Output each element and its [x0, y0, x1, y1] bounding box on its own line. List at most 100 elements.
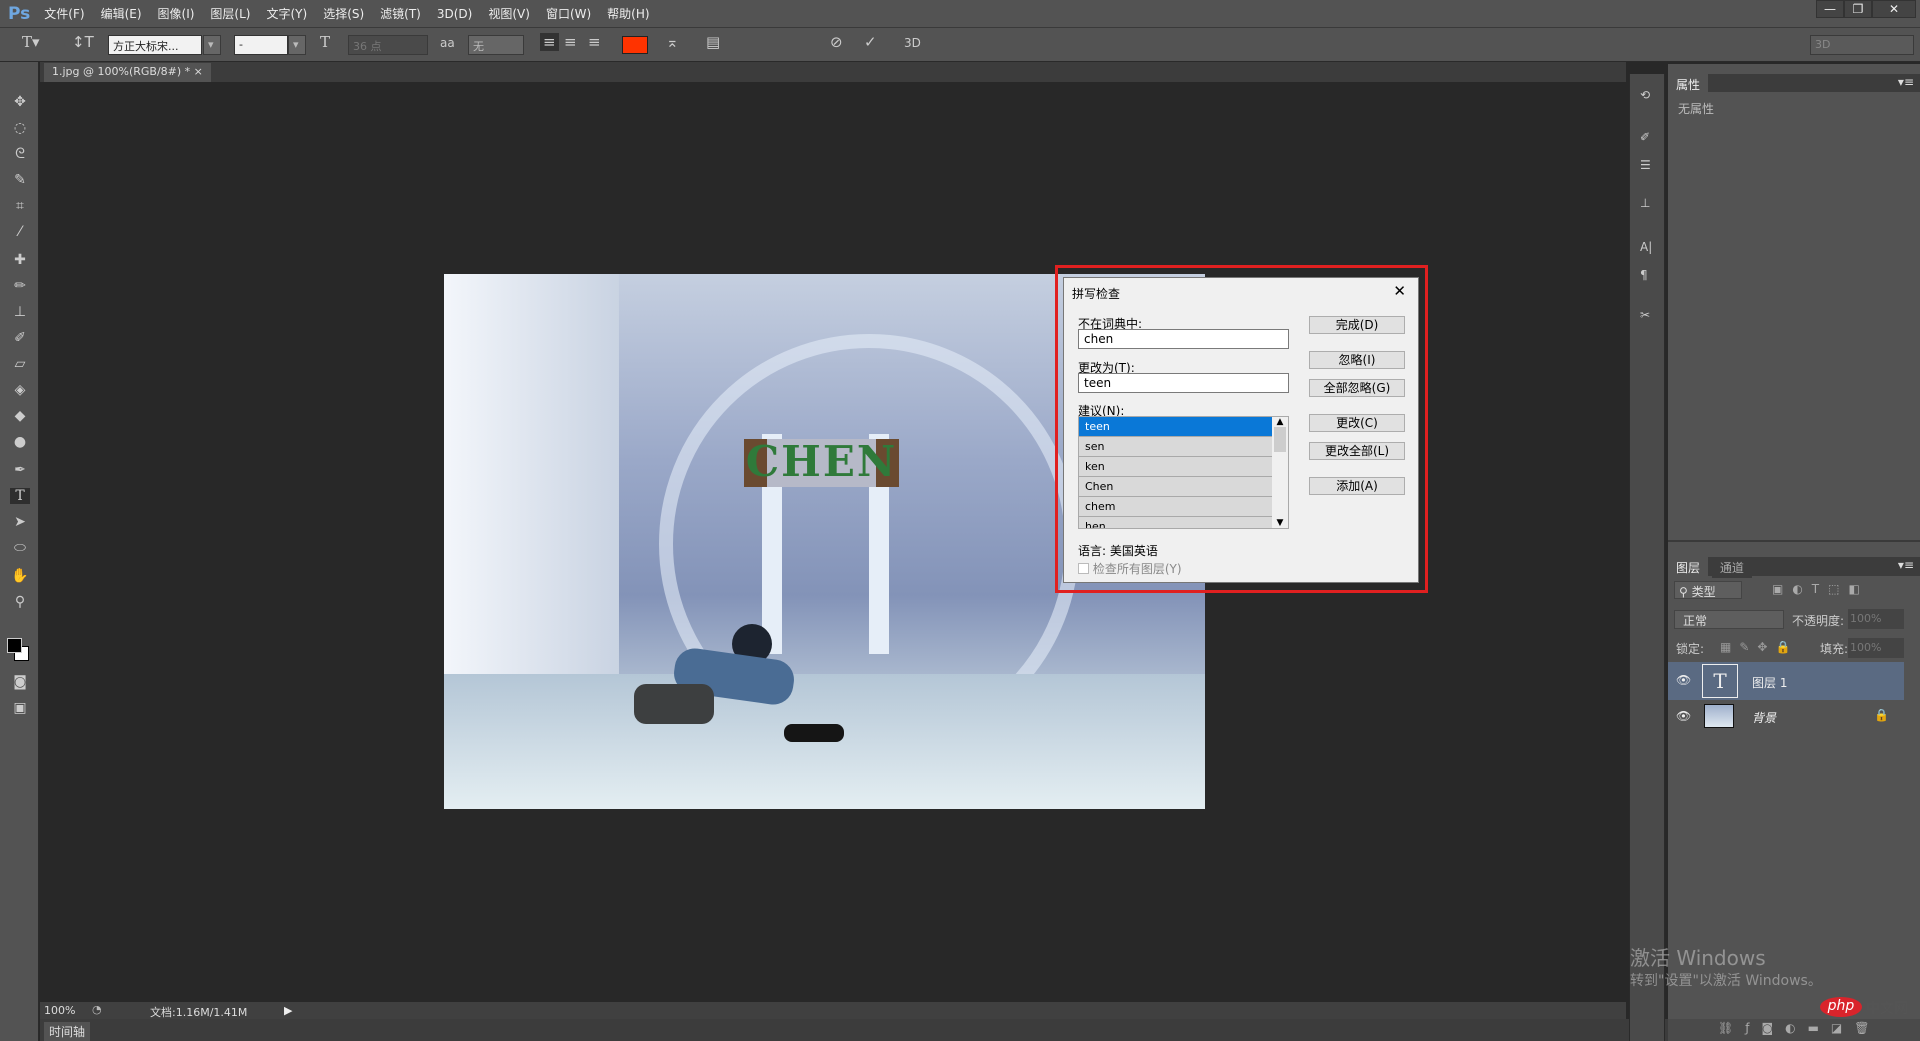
crop-tool-icon[interactable]: ⌗	[10, 198, 30, 214]
status-menu-arrow-icon[interactable]: ▶	[284, 1004, 292, 1017]
suggestion-item[interactable]: Chen	[1079, 477, 1272, 497]
zoom-level[interactable]: 100%	[44, 1004, 75, 1017]
layer-row-background[interactable]: 👁 背景 🔒	[1668, 701, 1904, 733]
done-button[interactable]: 完成(D)	[1309, 316, 1405, 334]
menu-3d[interactable]: 3D(D)	[437, 7, 472, 21]
type-tool-icon[interactable]: T	[10, 488, 30, 504]
toggle-orientation-icon[interactable]: ↕T	[72, 33, 94, 51]
pen-tool-icon[interactable]: ✒	[10, 462, 30, 478]
ellipse-tool-icon[interactable]: ⬭	[10, 540, 30, 556]
menu-type[interactable]: 文字(Y)	[266, 5, 307, 22]
panel-menu-icon[interactable]: ▾≡	[1898, 75, 1914, 89]
bucket-tool-icon[interactable]: ◈	[10, 382, 30, 398]
layers-tab[interactable]: 图层	[1668, 557, 1709, 578]
brush-panel-icon[interactable]: ✐	[1640, 130, 1650, 144]
type-tool-preset-icon[interactable]: T▾	[22, 33, 40, 51]
ignore-all-button[interactable]: 全部忽略(G)	[1309, 379, 1405, 397]
checkbox-icon[interactable]	[1078, 563, 1089, 574]
timeline-tab[interactable]: 时间轴	[44, 1022, 91, 1041]
layers-menu-icon[interactable]: ▾≡	[1898, 558, 1914, 572]
suggestion-item[interactable]: sen	[1079, 437, 1272, 457]
align-right-icon[interactable]: ≡	[588, 33, 601, 51]
check-all-layers-checkbox[interactable]: 检查所有图层(Y)	[1078, 560, 1182, 577]
menu-select[interactable]: 选择(S)	[323, 5, 364, 22]
tool-presets-icon[interactable]: ✂	[1640, 308, 1650, 322]
restore-button[interactable]: ❐	[1844, 0, 1872, 18]
move-tool-icon[interactable]: ✥	[10, 94, 30, 110]
document-tab[interactable]: 1.jpg @ 100%(RGB/8#) * ×	[44, 63, 211, 82]
screen-mode-icon[interactable]: ▣	[10, 700, 30, 716]
visibility-eye-icon[interactable]: 👁	[1676, 673, 1691, 687]
lock-icons[interactable]: ▦✎✥🔒	[1720, 640, 1798, 654]
blend-mode-select[interactable]: 正常	[1674, 610, 1784, 629]
suggestion-item[interactable]: teen	[1079, 417, 1272, 437]
suggestion-item[interactable]: chem	[1079, 497, 1272, 517]
scroll-down-icon[interactable]: ▼	[1272, 518, 1288, 528]
quick-mask-icon[interactable]: ◙	[10, 674, 30, 690]
scroll-up-icon[interactable]: ▲	[1272, 417, 1288, 427]
close-window-button[interactable]: ✕	[1872, 0, 1916, 18]
character-panel-icon[interactable]: ▤	[706, 33, 720, 51]
change-to-field[interactable]: teen	[1078, 373, 1289, 393]
suggestions-scrollbar[interactable]: ▲ ▼	[1272, 417, 1288, 528]
close-tab-icon[interactable]: ×	[194, 65, 203, 78]
history-brush-icon[interactable]: ✐	[10, 330, 30, 346]
quick-select-tool-icon[interactable]: ✎	[10, 172, 30, 188]
menu-help[interactable]: 帮助(H)	[607, 5, 649, 22]
font-style-dropdown[interactable]: ▾	[288, 35, 306, 55]
menu-filter[interactable]: 滤镜(T)	[380, 5, 421, 22]
font-family-input[interactable]: 方正大标宋...	[108, 35, 202, 55]
adjustments-panel-icon[interactable]: ☰	[1640, 158, 1651, 172]
change-button[interactable]: 更改(C)	[1309, 414, 1405, 432]
character-panel-icon[interactable]: A|	[1640, 240, 1652, 254]
antialias-select[interactable]: 无	[468, 35, 524, 55]
menu-file[interactable]: 文件(F)	[44, 5, 84, 22]
align-left-icon[interactable]: ≡	[540, 33, 559, 51]
menu-image[interactable]: 图像(I)	[158, 5, 195, 22]
text-color-swatch[interactable]	[622, 36, 648, 54]
layer-name[interactable]: 背景	[1752, 709, 1776, 726]
paragraph-panel-icon[interactable]: ¶	[1640, 268, 1648, 282]
zoom-tool-icon[interactable]: ⚲	[10, 594, 30, 610]
eraser-tool-icon[interactable]: ▱	[10, 356, 30, 372]
layer-filter-icons[interactable]: ▣◐T⬚◧	[1772, 582, 1869, 596]
layer-filter-select[interactable]: ⚲ 类型	[1674, 581, 1742, 599]
not-in-dictionary-field[interactable]: chen	[1078, 329, 1289, 349]
3d-button[interactable]: 3D	[904, 36, 921, 50]
foreground-color-swatch[interactable]	[7, 638, 22, 653]
warp-text-icon[interactable]: ⌅	[666, 33, 679, 51]
change-all-button[interactable]: 更改全部(L)	[1309, 442, 1405, 460]
menu-edit[interactable]: 编辑(E)	[101, 5, 142, 22]
minimize-button[interactable]: —	[1816, 0, 1844, 18]
cancel-icon[interactable]: ⊘	[830, 33, 843, 51]
commit-icon[interactable]: ✓	[864, 33, 877, 51]
hand-tool-icon[interactable]: ✋	[10, 568, 30, 584]
fill-input[interactable]: 100%	[1848, 638, 1904, 658]
canvas-text-chen[interactable]: CHEN	[744, 437, 899, 486]
channels-tab[interactable]: 通道	[1711, 557, 1752, 578]
healing-tool-icon[interactable]: ✚	[10, 252, 30, 268]
scroll-thumb[interactable]	[1274, 427, 1286, 452]
font-size-input[interactable]: 36 点	[348, 35, 428, 55]
suggestion-item[interactable]: hen	[1079, 517, 1272, 528]
workspace-select[interactable]: 3D	[1810, 35, 1914, 55]
align-center-icon[interactable]: ≡	[564, 33, 577, 51]
menu-view[interactable]: 视图(V)	[488, 5, 530, 22]
suggestion-item[interactable]: ken	[1079, 457, 1272, 477]
dodge-tool-icon[interactable]: ●	[10, 434, 30, 450]
menu-layer[interactable]: 图层(L)	[210, 5, 250, 22]
ignore-button[interactable]: 忽略(I)	[1309, 351, 1405, 369]
history-panel-icon[interactable]: ⟲	[1640, 88, 1650, 102]
layers-footer-icons[interactable]: ⛓ƒ◙◐▬◪🗑	[1668, 1019, 1920, 1041]
layer-name[interactable]: 图层 1	[1752, 674, 1787, 691]
properties-tab[interactable]: 属性	[1668, 74, 1709, 95]
blur-tool-icon[interactable]: ◆	[10, 408, 30, 424]
brush-tool-icon[interactable]: ✏	[10, 278, 30, 294]
path-select-icon[interactable]: ➤	[10, 514, 30, 530]
opacity-input[interactable]: 100%	[1848, 609, 1904, 629]
add-button[interactable]: 添加(A)	[1309, 477, 1405, 495]
lasso-tool-icon[interactable]: ᘓ	[10, 146, 30, 162]
marquee-tool-icon[interactable]: ◌	[10, 120, 30, 136]
dialog-close-button[interactable]: ✕	[1393, 282, 1406, 300]
layer-row-text[interactable]: 👁 T 图层 1	[1668, 662, 1904, 700]
